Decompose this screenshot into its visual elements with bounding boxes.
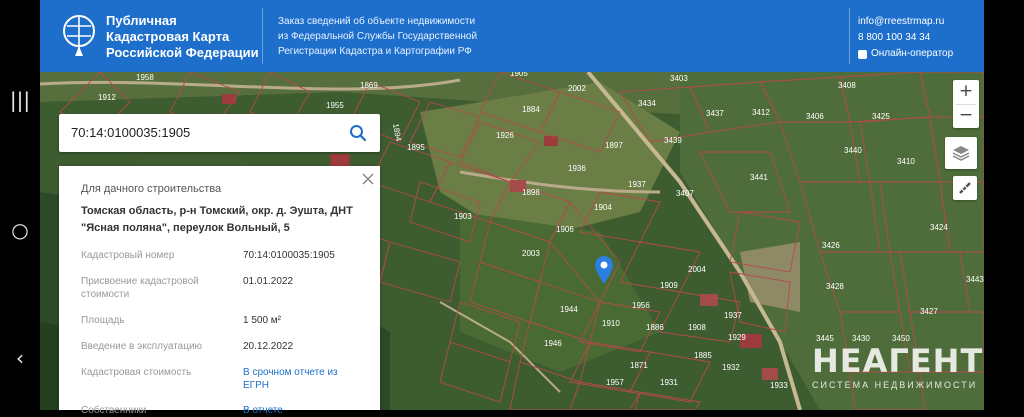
logo-icon[interactable] — [62, 14, 96, 58]
parcel-label[interactable]: 1955 — [326, 101, 344, 110]
parcel-label[interactable]: 3407 — [676, 189, 694, 198]
search-box — [59, 114, 380, 152]
parcel-label[interactable]: 3412 — [752, 108, 770, 117]
system-nav-bar: ||| ○ ‹ — [0, 0, 40, 410]
measure-button[interactable] — [953, 176, 977, 200]
value-owners-link[interactable]: В отчете — [243, 404, 283, 417]
parcel-label[interactable]: 1904 — [594, 203, 612, 212]
email-link[interactable]: info@rreestrmap.ru — [858, 14, 953, 30]
search-icon[interactable] — [349, 124, 367, 142]
parcel-label[interactable]: 3406 — [806, 112, 824, 121]
parcel-label[interactable]: 1908 — [688, 323, 706, 332]
parcel-label[interactable]: 3434 — [638, 99, 656, 108]
parcel-label[interactable]: 1906 — [556, 225, 574, 234]
parcel-label[interactable]: 1937 — [628, 180, 646, 189]
contacts: info@rreestrmap.ru 8 800 100 34 34 Онлай… — [858, 14, 953, 62]
parcel-label[interactable]: 2004 — [688, 265, 706, 274]
parcel-label[interactable]: 3439 — [664, 136, 682, 145]
parcel-label[interactable]: 3403 — [670, 74, 688, 83]
parcel-label[interactable]: 1932 — [722, 363, 740, 372]
zoom-out-button[interactable]: − — [953, 104, 979, 128]
phone-link[interactable]: 8 800 100 34 34 — [858, 30, 953, 46]
parcel-label[interactable]: 1909 — [660, 281, 678, 290]
parcel-label[interactable]: 1944 — [560, 305, 578, 314]
parcel-label[interactable]: 1929 — [728, 333, 746, 342]
ruler-icon — [959, 182, 971, 194]
parcel-label[interactable]: 1937 — [724, 311, 742, 320]
value-cadastral-value-link[interactable]: В срочном отчете из ЕГРН — [243, 366, 353, 392]
parcel-label[interactable]: 3408 — [838, 81, 856, 90]
zoom-in-button[interactable]: + — [953, 80, 979, 104]
parcel-label[interactable]: 1931 — [660, 378, 678, 387]
watermark-logo: НЕАГЕНТ СИСТЕМА НЕДВИЖИМОСТИ — [812, 342, 984, 390]
parcel-label[interactable]: 1926 — [496, 131, 514, 140]
zoom-divider — [956, 104, 976, 105]
parcel-type: Для дачного строительства — [81, 183, 222, 195]
home-icon[interactable]: ○ — [0, 218, 40, 242]
parcel-label[interactable]: 3428 — [826, 282, 844, 291]
close-icon[interactable] — [361, 172, 375, 186]
parcel-label[interactable]: 3410 — [897, 157, 915, 166]
parcel-label[interactable]: 1957 — [606, 378, 624, 387]
header-divider — [849, 8, 850, 64]
parcel-label[interactable]: 3427 — [920, 307, 938, 316]
search-input[interactable] — [69, 124, 333, 141]
value-area: 1 500 м² — [243, 315, 282, 326]
chat-icon — [858, 49, 867, 59]
order-info: Заказ сведений об объекте недвижимости и… — [278, 16, 478, 57]
parcel-label[interactable]: 3425 — [872, 112, 890, 121]
value-cadastral-number: 70:14:0100035:1905 — [243, 250, 335, 261]
parcel-label[interactable]: 1946 — [544, 339, 562, 348]
zoom-control: + − — [953, 80, 979, 128]
parcel-label[interactable]: 1885 — [694, 351, 712, 360]
label-commissioning: Введение в эксплуатацию — [81, 341, 203, 352]
parcel-label[interactable]: 1886 — [646, 323, 664, 332]
site-header: Публичная Кадастровая Карта Российской Ф… — [40, 0, 984, 72]
value-valuation-date: 01.01.2022 — [243, 276, 294, 287]
label-cadastral-value: Кадастровая стоимость — [81, 367, 192, 378]
screen-edge — [984, 0, 1024, 410]
parcel-label[interactable]: 1897 — [605, 141, 623, 150]
header-divider — [262, 8, 263, 64]
parcel-label[interactable]: 1910 — [602, 319, 620, 328]
parcel-label[interactable]: 1958 — [136, 73, 154, 82]
parcel-label[interactable]: 3437 — [706, 109, 724, 118]
parcel-label[interactable]: 1898 — [522, 188, 540, 197]
layers-button[interactable] — [945, 137, 977, 169]
parcel-label[interactable]: 1903 — [454, 212, 472, 221]
label-area: Площадь — [81, 315, 125, 326]
parcel-label[interactable]: 2002 — [568, 84, 586, 93]
parcel-label[interactable]: 3426 — [822, 241, 840, 250]
map-pin-icon[interactable] — [595, 256, 613, 284]
parcel-label[interactable]: 1912 — [98, 93, 116, 102]
label-cadastral-number: Кадастровый номер — [81, 250, 175, 261]
parcel-label[interactable]: 3441 — [750, 173, 768, 182]
parcel-label[interactable]: 3443 — [966, 275, 984, 284]
parcel-label[interactable]: 2003 — [522, 249, 540, 258]
parcel-label[interactable]: 3424 — [930, 223, 948, 232]
layers-icon — [952, 146, 970, 161]
parcel-address: Томская область, р-н Томский, окр. д. Эу… — [81, 205, 353, 234]
parcel-label[interactable]: 1869 — [360, 81, 378, 90]
parcel-label[interactable]: 1895 — [407, 143, 425, 152]
parcel-label[interactable]: 1905 — [510, 72, 528, 78]
label-valuation-date: Присвоение кадастровой стоимости — [81, 276, 199, 300]
chat-button[interactable]: Онлайн-оператор — [858, 46, 953, 62]
parcel-label[interactable]: 1884 — [522, 105, 540, 114]
parcel-label[interactable]: 1936 — [568, 164, 586, 173]
parcel-label[interactable]: 1956 — [632, 301, 650, 310]
site-title[interactable]: Публичная Кадастровая Карта Российской Ф… — [106, 13, 259, 61]
parcel-label[interactable]: 3440 — [844, 146, 862, 155]
parcel-info-card: Для дачного строительства Томская област… — [59, 166, 380, 416]
parcel-label[interactable]: 1933 — [770, 381, 788, 390]
back-icon[interactable]: ‹ — [0, 346, 40, 370]
recent-apps-icon[interactable]: ||| — [0, 88, 40, 112]
parcel-label[interactable]: 1871 — [630, 361, 648, 370]
label-owners: Собственники — [81, 405, 147, 416]
value-commissioning: 20.12.2022 — [243, 341, 294, 352]
